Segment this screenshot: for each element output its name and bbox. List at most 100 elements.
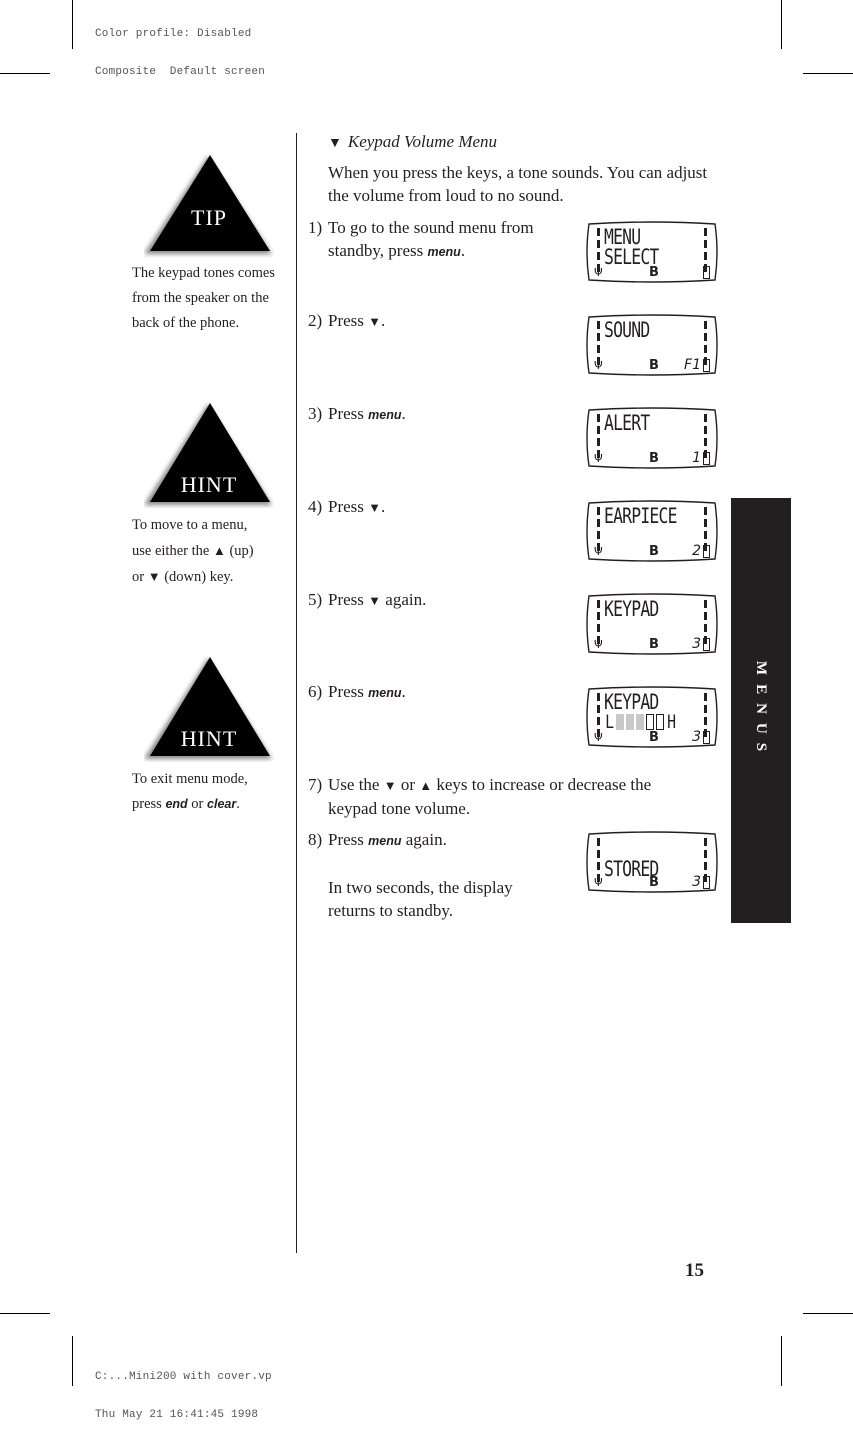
display-indicator: B bbox=[649, 544, 659, 559]
signal-segment bbox=[597, 705, 600, 713]
volume-low-label: L bbox=[605, 711, 615, 733]
step-text: keypad tone volume. bbox=[328, 799, 471, 818]
signal-segment bbox=[597, 519, 600, 527]
display-indicator: B bbox=[649, 451, 659, 466]
down-arrow-icon: ▼ bbox=[383, 778, 397, 793]
slug-bottom-line1: C:...Mini200 with cover.vp bbox=[95, 1371, 272, 1383]
battery-segment bbox=[704, 624, 707, 632]
text: (up) bbox=[225, 543, 254, 559]
battery-segment bbox=[704, 705, 707, 713]
text: Press bbox=[328, 497, 369, 516]
text: standby, press bbox=[328, 241, 428, 260]
warning-triangle-icon: HINT bbox=[144, 398, 274, 505]
signal-segment bbox=[597, 333, 600, 341]
key-name: end bbox=[165, 797, 188, 811]
volume-cell bbox=[646, 714, 654, 730]
step-text: To go to the sound menu from bbox=[328, 218, 534, 237]
volume-cell bbox=[626, 714, 634, 730]
down-arrow-icon: ▼ bbox=[368, 500, 382, 515]
battery-segment bbox=[704, 717, 707, 725]
signal-segment bbox=[597, 612, 600, 620]
step-number: 8) bbox=[308, 830, 323, 849]
hint-text-line: press end or clear. bbox=[132, 792, 292, 817]
page-number: 15 bbox=[685, 1260, 704, 1281]
signal-segment bbox=[597, 850, 600, 858]
slug-bottom: C:...Mini200 with cover.vp Thu May 21 16… bbox=[95, 1346, 272, 1434]
battery-segment bbox=[704, 426, 707, 434]
up-arrow-icon: ▲ bbox=[419, 778, 433, 793]
key-name: clear bbox=[207, 797, 237, 811]
step: 7) Use the ▼ or ▲ keys to increase or dec… bbox=[308, 773, 708, 820]
display-number: 2 bbox=[692, 543, 701, 559]
battery-segment bbox=[704, 228, 707, 236]
signal-segment bbox=[597, 507, 600, 515]
step-number: 6) bbox=[308, 682, 323, 701]
display-indicator: B bbox=[649, 730, 659, 745]
key-name: menu bbox=[368, 686, 402, 700]
display-number: 3 bbox=[692, 636, 701, 652]
crop-mark bbox=[0, 1313, 50, 1314]
battery-icon bbox=[703, 876, 710, 889]
volume-cell bbox=[656, 714, 664, 730]
text: again. bbox=[381, 590, 427, 609]
display-line1: ALERT bbox=[604, 411, 650, 435]
intro-paragraph: When you press the keys, a tone sounds. … bbox=[328, 163, 708, 205]
signal-segment bbox=[597, 321, 600, 329]
volume-cell bbox=[616, 714, 624, 730]
step-number: 1) bbox=[308, 218, 323, 237]
text: or bbox=[396, 775, 420, 794]
tip-box: TIP The keypad tones comes from the spea… bbox=[132, 150, 292, 336]
hint-badge: HINT bbox=[180, 726, 238, 751]
signal-segment bbox=[597, 531, 600, 539]
step-number: 4) bbox=[308, 497, 323, 516]
display-number: F1 bbox=[684, 357, 701, 373]
signal-segment bbox=[597, 345, 600, 353]
column-divider bbox=[296, 133, 297, 1253]
crop-mark bbox=[803, 1313, 853, 1314]
display-line1: EARPIECE bbox=[604, 504, 677, 528]
battery-segment bbox=[704, 507, 707, 515]
battery-icon bbox=[703, 359, 710, 372]
text: . bbox=[381, 311, 386, 330]
battery-segment bbox=[704, 321, 707, 329]
signal-segment bbox=[597, 693, 600, 701]
step-number: 3) bbox=[308, 404, 323, 423]
key-name: menu bbox=[427, 245, 461, 259]
step-note: returns to standby. bbox=[328, 901, 453, 920]
battery-segment bbox=[704, 531, 707, 539]
down-arrow-icon: ▼ bbox=[368, 314, 382, 329]
signal-segment bbox=[597, 717, 600, 725]
section-tab-label: MENUS bbox=[753, 660, 770, 761]
display-line1: KEYPAD bbox=[604, 690, 659, 714]
signal-segment bbox=[597, 862, 600, 870]
key-name: menu bbox=[368, 408, 402, 422]
battery-segment bbox=[704, 414, 707, 422]
signal-segment bbox=[597, 414, 600, 422]
down-triangle-bullet-icon: ▼ bbox=[328, 136, 342, 151]
battery-segment bbox=[704, 252, 707, 260]
text: . bbox=[236, 796, 240, 812]
phone-display: STORED Ψ B 3 bbox=[585, 830, 719, 894]
text: press bbox=[132, 796, 166, 812]
battery-segment bbox=[704, 438, 707, 446]
slug-top: Color profile: Disabled Composite Defaul… bbox=[95, 3, 265, 91]
crop-mark bbox=[72, 1336, 73, 1386]
crop-mark bbox=[0, 73, 50, 74]
text: Press bbox=[328, 590, 369, 609]
signal-segment bbox=[597, 438, 600, 446]
antenna-icon: Ψ bbox=[594, 359, 603, 372]
battery-segment bbox=[704, 850, 707, 858]
slug-top-line2: Composite Default screen bbox=[95, 65, 266, 78]
display-indicator: B bbox=[649, 875, 659, 890]
display-indicator: B bbox=[649, 358, 659, 373]
hint-badge: HINT bbox=[180, 472, 238, 497]
crop-mark bbox=[781, 0, 782, 49]
text: . bbox=[381, 497, 386, 516]
text: again. bbox=[401, 830, 447, 849]
display-indicator: B bbox=[649, 265, 659, 280]
hint-text-line: To exit menu mode, bbox=[132, 771, 248, 787]
display-line2: SELECT bbox=[604, 245, 659, 269]
battery-icon bbox=[703, 638, 710, 651]
volume-cell bbox=[636, 714, 644, 730]
tip-text-line: from the speaker on the bbox=[132, 290, 269, 306]
